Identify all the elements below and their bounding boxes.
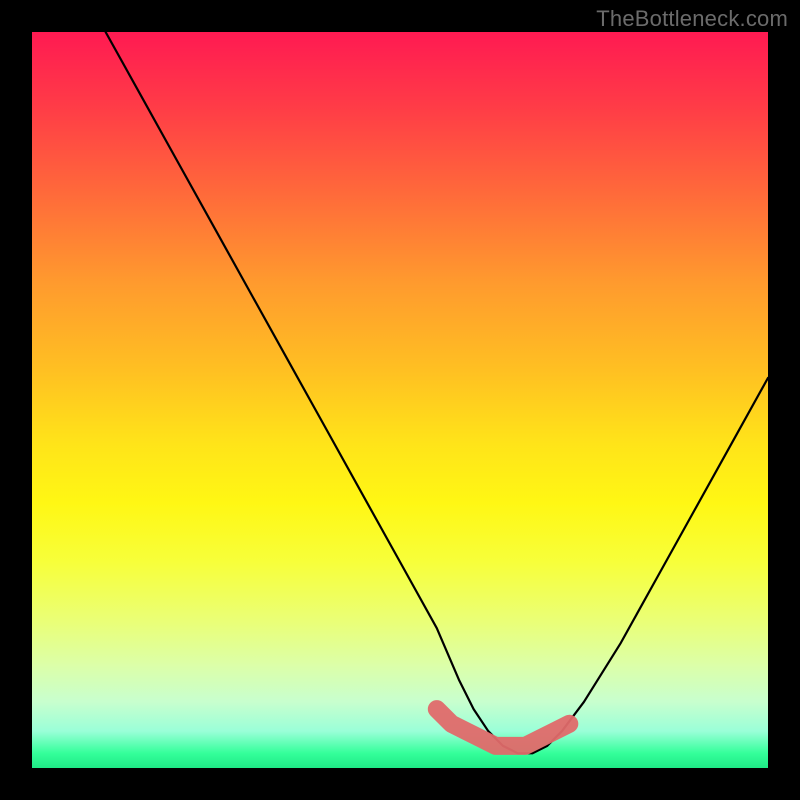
plot-area xyxy=(32,32,768,768)
bottleneck-curve-path xyxy=(106,32,768,753)
chart-frame: TheBottleneck.com xyxy=(0,0,800,800)
curve-svg xyxy=(32,32,768,768)
optimal-range-path xyxy=(437,709,570,746)
watermark-text: TheBottleneck.com xyxy=(596,6,788,32)
